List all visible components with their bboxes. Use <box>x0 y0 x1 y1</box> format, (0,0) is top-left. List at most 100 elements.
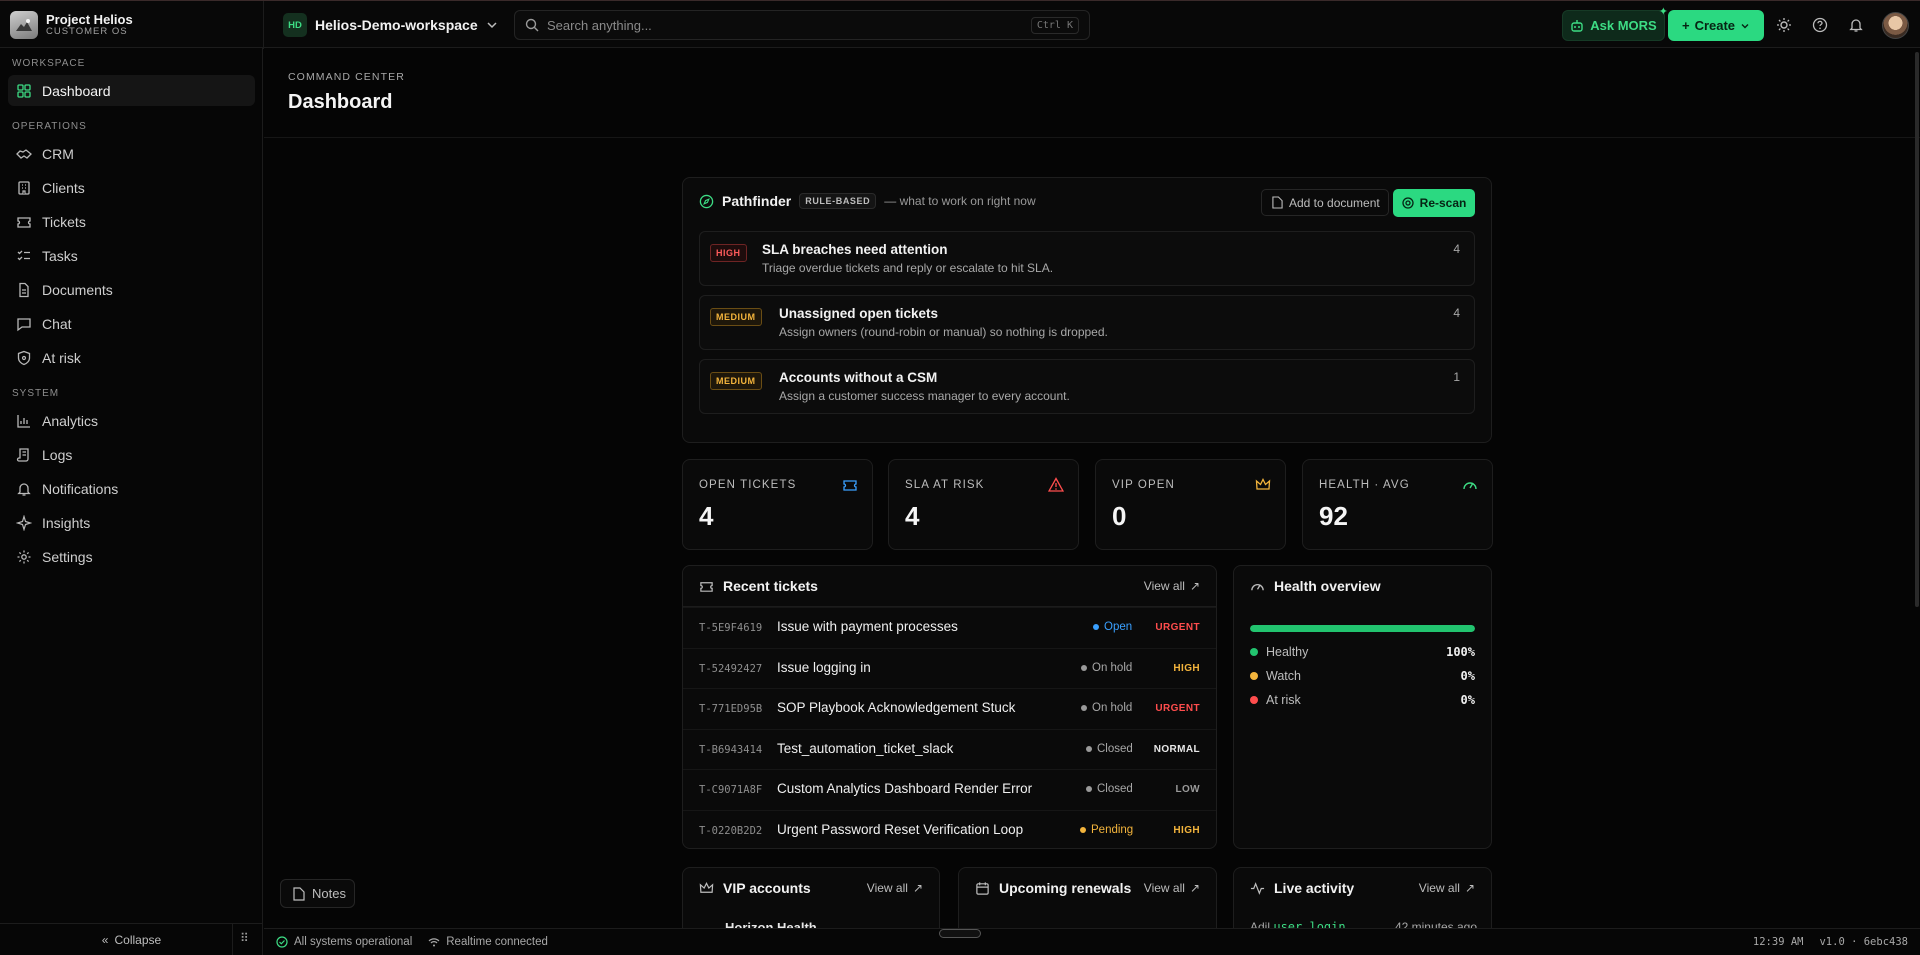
ticket-icon <box>842 477 858 493</box>
search-icon <box>525 18 539 32</box>
gear-icon <box>16 549 32 565</box>
crown-icon <box>699 881 714 896</box>
table-row[interactable]: T-52492427 Issue logging in On hold HIGH <box>683 647 1216 688</box>
avatar[interactable] <box>1882 12 1909 39</box>
sidebar-item-at-risk[interactable]: At risk <box>8 342 255 373</box>
sidebar-section-operations: OPERATIONS <box>12 121 87 132</box>
theme-icon[interactable] <box>1774 15 1794 35</box>
status-dot <box>1080 826 1086 833</box>
sidebar-item-documents[interactable]: Documents <box>8 274 255 305</box>
pathfinder-item[interactable]: MEDIUM Unassigned open tickets Assign ow… <box>699 295 1475 350</box>
clock: 12:39 AM <box>1752 936 1804 948</box>
workspace-switcher[interactable]: HD Helios-Demo-workspace <box>283 13 498 37</box>
sidebar-item-label: Logs <box>42 446 73 463</box>
sidebar-item-logs[interactable]: Logs <box>8 439 255 470</box>
table-row[interactable]: T-771ED95B SOP Playbook Acknowledgement S… <box>683 688 1216 728</box>
sidebar-item-analytics[interactable]: Analytics <box>8 405 255 436</box>
health-row-label: At risk <box>1266 693 1301 707</box>
drag-handle-icon[interactable]: ⠿ <box>240 931 249 945</box>
shield-icon <box>16 350 32 366</box>
system-status-label: All systems operational <box>294 936 413 948</box>
sidebar-item-label: Insights <box>42 514 91 531</box>
scroll-handle[interactable] <box>939 929 981 938</box>
pathfinder-item-description: Assign a customer success manager to eve… <box>779 389 1070 403</box>
priority-badge: HIGH <box>710 244 747 262</box>
add-to-document-label: Add to document <box>1289 195 1380 210</box>
ticket-id: T-5E9F4619 <box>699 622 763 634</box>
sidebar-item-crm[interactable]: CRM <box>8 138 255 169</box>
stat-value: 92 <box>1319 501 1348 531</box>
sidebar-item-clients[interactable]: Clients <box>8 172 255 203</box>
sidebar-item-settings[interactable]: Settings <box>8 541 255 572</box>
sidebar-item-notifications[interactable]: Notifications <box>8 473 255 504</box>
view-all-link[interactable]: View all ↗ <box>1144 881 1200 895</box>
table-row[interactable]: T-B6943414 Test_automation_ticket_slack Cl… <box>683 728 1216 769</box>
health-overview-card: Health overview Healthy 100% Watch 0% At… <box>1233 565 1492 849</box>
sparkle-icon <box>16 514 32 531</box>
table-row[interactable]: T-5E9F4619 Issue with payment processes Op… <box>683 607 1216 647</box>
sidebar-item-tasks[interactable]: Tasks <box>8 240 255 271</box>
upcoming-renewals-title: Upcoming renewals <box>999 880 1132 896</box>
workspace-badge: HD <box>283 13 307 37</box>
ticket-title: Issue logging in <box>777 659 871 675</box>
stat-card-sla-at-risk[interactable]: SLA AT RISK 4 <box>888 459 1079 550</box>
vip-accounts-header: VIP accounts <box>699 880 811 896</box>
sidebar-item-label: Chat <box>42 315 72 332</box>
document-icon <box>16 282 32 298</box>
pathfinder-item-count: 4 <box>1453 242 1460 256</box>
health-row-label: Healthy <box>1266 645 1309 659</box>
help-icon[interactable] <box>1810 15 1830 35</box>
priority-badge: MEDIUM <box>710 308 762 326</box>
chart-icon <box>16 413 32 429</box>
radar-icon <box>1402 197 1414 209</box>
rescan-button[interactable]: Re-scan <box>1393 189 1475 217</box>
collapse-label: Collapse <box>114 932 162 947</box>
scrollbar[interactable] <box>1915 52 1919 607</box>
sidebar-item-tickets[interactable]: Tickets <box>8 206 255 237</box>
add-to-document-button[interactable]: Add to document <box>1261 189 1389 216</box>
table-row[interactable]: T-C9071A8F Custom Analytics Dashboard Ren… <box>683 769 1216 809</box>
notes-label: Notes <box>312 886 346 901</box>
realtime-status-label: Realtime connected <box>446 936 548 948</box>
ticket-priority: LOW <box>1175 784 1200 795</box>
pathfinder-item-title: Unassigned open tickets <box>779 306 939 321</box>
sidebar-item-label: Tasks <box>42 247 78 264</box>
handshake-icon <box>16 146 32 162</box>
wifi-icon <box>428 936 440 948</box>
brand-subtitle: CUSTOMER OS <box>46 26 128 37</box>
table-row[interactable]: T-0220B2D2 Urgent Password Reset Verifica… <box>683 809 1216 850</box>
stat-card-health-avg[interactable]: HEALTH · AVG 92 <box>1302 459 1493 550</box>
arrow-up-right-icon: ↗ <box>1189 579 1200 593</box>
create-button[interactable]: + Create <box>1668 10 1764 41</box>
view-all-link[interactable]: View all ↗ <box>1144 579 1200 593</box>
ask-mors-button[interactable]: Ask MORS ✦ <box>1562 6 1668 41</box>
ask-mors-label: Ask MORS <box>1590 18 1657 33</box>
search-bar[interactable]: Ctrl K <box>514 10 1090 40</box>
sidebar-item-chat[interactable]: Chat <box>8 308 255 339</box>
sidebar-item-insights[interactable]: Insights <box>8 507 255 538</box>
compass-icon <box>699 194 714 209</box>
pathfinder-item[interactable]: MEDIUM Accounts without a CSM Assign a c… <box>699 359 1475 414</box>
ticket-priority: HIGH <box>1173 824 1200 836</box>
ticket-status-label: Open <box>1104 621 1133 633</box>
stat-card-open-tickets[interactable]: OPEN TICKETS 4 <box>682 459 873 550</box>
stat-card-vip-open[interactable]: VIP OPEN 0 <box>1095 459 1286 550</box>
scroll-icon <box>16 447 32 463</box>
pathfinder-item-description: Triage overdue tickets and reply or esca… <box>762 261 1054 275</box>
brand[interactable]: Project Helios CUSTOMER OS <box>10 11 133 39</box>
brand-logo-icon <box>10 11 38 39</box>
search-input[interactable] <box>547 17 1023 33</box>
robot-icon <box>1570 19 1584 33</box>
system-status: All systems operational <box>276 936 412 948</box>
pathfinder-item[interactable]: HIGH SLA breaches need attention Triage … <box>699 231 1475 286</box>
view-all-link[interactable]: View all ↗ <box>867 881 923 895</box>
notes-button[interactable]: Notes <box>280 879 355 908</box>
view-all-link[interactable]: View all ↗ <box>1419 881 1475 895</box>
bell-icon[interactable] <box>1846 15 1866 35</box>
ticket-status-label: On hold <box>1092 702 1133 714</box>
sidebar-item-dashboard[interactable]: Dashboard <box>8 75 255 106</box>
pathfinder-header: Pathfinder RULE-BASED — what to work on … <box>699 193 1036 209</box>
collapse-button[interactable]: « Collapse <box>0 923 263 955</box>
chevron-down-icon <box>486 19 498 31</box>
plus-icon: + <box>1681 18 1690 33</box>
